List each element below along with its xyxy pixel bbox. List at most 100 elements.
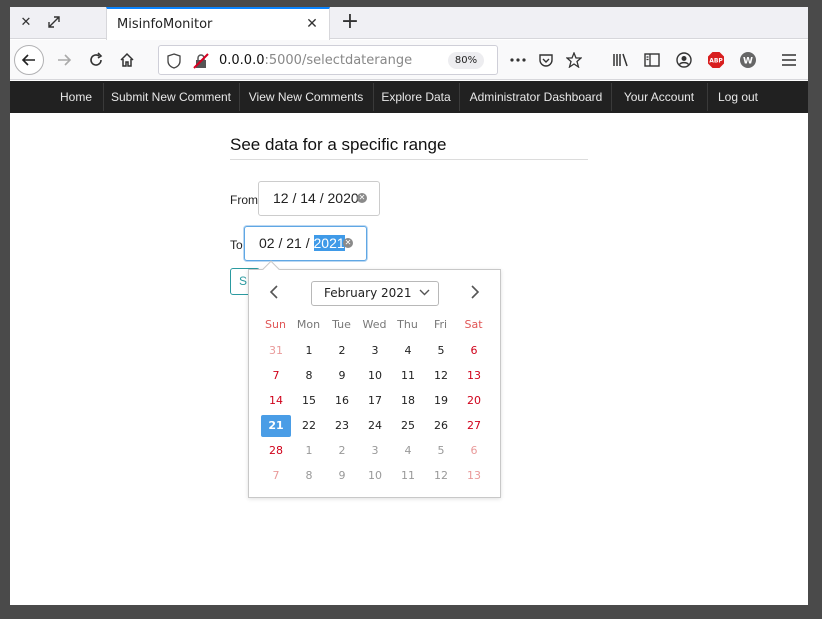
calendar-day[interactable]: 15 [294, 390, 324, 412]
calendar-day[interactable]: 6 [459, 340, 489, 362]
page-actions-icon[interactable] [504, 46, 532, 74]
calendar-day[interactable]: 4 [393, 440, 423, 462]
shield-icon[interactable] [167, 53, 183, 69]
calendar-day[interactable]: 5 [426, 340, 456, 362]
nav-administrator-dashboard[interactable]: Administrator Dashboard [464, 81, 608, 113]
url-bar[interactable]: 0.0.0.0:5000/selectdaterange 80% [158, 45, 498, 75]
calendar-day[interactable]: 10 [360, 465, 390, 487]
calendar-day[interactable]: 20 [459, 390, 489, 412]
new-tab-icon[interactable]: + [338, 11, 362, 35]
calendar-day[interactable]: 3 [360, 340, 390, 362]
calendar-day[interactable]: 13 [459, 465, 489, 487]
calendar-day[interactable]: 19 [426, 390, 456, 412]
calendar-day[interactable]: 3 [360, 440, 390, 462]
sidebar-icon[interactable] [638, 46, 666, 74]
weekday-header: Thu [397, 318, 418, 331]
calendar-day[interactable]: 16 [327, 390, 357, 412]
back-button[interactable] [14, 45, 44, 75]
to-label: To [230, 238, 243, 252]
insecure-lock-icon[interactable] [193, 53, 209, 69]
from-label: From [230, 193, 258, 207]
close-window-icon[interactable]: ✕ [18, 15, 34, 31]
library-icon[interactable] [607, 46, 635, 74]
calendar-day[interactable]: 12 [426, 365, 456, 387]
calendar-day[interactable]: 13 [459, 365, 489, 387]
calendar-day[interactable]: 1 [294, 340, 324, 362]
zoom-badge[interactable]: 80% [448, 52, 484, 69]
calendar-day[interactable]: 7 [261, 365, 291, 387]
from-date-input[interactable]: 12 / 14 / 2020 ✕ [258, 181, 380, 216]
month-select[interactable]: February 2021 [311, 281, 439, 306]
nav-submit-new-comment[interactable]: Submit New Comment [108, 81, 234, 113]
calendar-day[interactable]: 27 [459, 415, 489, 437]
clear-from-icon[interactable]: ✕ [357, 193, 367, 203]
calendar-day[interactable]: 14 [261, 390, 291, 412]
calendar-day[interactable]: 25 [393, 415, 423, 437]
calendar-day[interactable]: 26 [426, 415, 456, 437]
calendar-day[interactable]: 10 [360, 365, 390, 387]
calendar-day[interactable]: 11 [393, 465, 423, 487]
calendar-day[interactable]: 21 [261, 415, 291, 437]
nav-toolbar: 0.0.0.0:5000/selectdaterange 80% ABP W [10, 40, 808, 80]
nav-home[interactable]: Home [50, 81, 102, 113]
from-month[interactable]: 12 [273, 190, 289, 206]
from-year[interactable]: 2020 [328, 190, 359, 206]
tab-active[interactable]: MisinfoMonitor ✕ [106, 7, 330, 40]
nav-divider [239, 83, 240, 111]
next-month-icon[interactable] [465, 284, 485, 304]
calendar-day[interactable]: 12 [426, 465, 456, 487]
calendar-day[interactable]: 9 [327, 365, 357, 387]
tab-title: MisinfoMonitor [117, 17, 213, 32]
clear-to-icon[interactable]: ✕ [343, 238, 353, 248]
to-year[interactable]: 2021 [313, 235, 345, 251]
page-content: See data for a specific range From 12 / … [10, 113, 808, 605]
menu-icon[interactable] [775, 46, 803, 74]
url-path: :5000/selectdaterange [264, 53, 413, 68]
calendar-day[interactable]: 7 [261, 465, 291, 487]
adblock-icon[interactable]: ABP [702, 46, 730, 74]
calendar-day[interactable]: 31 [261, 340, 291, 362]
calendar-day[interactable]: 4 [393, 340, 423, 362]
nav-explore-data[interactable]: Explore Data [378, 81, 454, 113]
calendar-day[interactable]: 2 [327, 340, 357, 362]
calendar-day[interactable]: 5 [426, 440, 456, 462]
nav-divider [103, 83, 104, 111]
nav-view-new-comments[interactable]: View New Comments [244, 81, 368, 113]
forward-button[interactable] [50, 46, 78, 74]
calendar-day[interactable]: 6 [459, 440, 489, 462]
weekday-header: Fri [433, 318, 448, 331]
bookmark-star-icon[interactable] [560, 46, 588, 74]
extension-w-icon[interactable]: W [734, 46, 762, 74]
to-month[interactable]: 02 [259, 235, 275, 251]
calendar-day[interactable]: 8 [294, 465, 324, 487]
calendar-day[interactable]: 8 [294, 365, 324, 387]
calendar-day[interactable]: 28 [261, 440, 291, 462]
calendar-day[interactable]: 23 [327, 415, 357, 437]
nav-log-out[interactable]: Log out [712, 81, 764, 113]
calendar-day[interactable]: 24 [360, 415, 390, 437]
nav-divider [373, 83, 374, 111]
calendar-day[interactable]: 9 [327, 465, 357, 487]
to-date-input[interactable]: 02 / 21 / 2021 ✕ [244, 226, 367, 261]
calendar-day[interactable]: 18 [393, 390, 423, 412]
site-nav: Home Submit New Comment View New Comment… [10, 81, 808, 113]
calendar-day[interactable]: 2 [327, 440, 357, 462]
pocket-icon[interactable] [532, 46, 560, 74]
title-divider [230, 159, 588, 160]
fullscreen-icon[interactable] [46, 15, 62, 31]
calendar-day[interactable]: 17 [360, 390, 390, 412]
calendar-day[interactable]: 11 [393, 365, 423, 387]
prev-month-icon[interactable] [264, 284, 284, 304]
home-icon[interactable] [113, 46, 141, 74]
nav-divider [707, 83, 708, 111]
reload-icon[interactable] [82, 46, 110, 74]
calendar-day[interactable]: 1 [294, 440, 324, 462]
nav-divider [459, 83, 460, 111]
from-day[interactable]: 14 [300, 190, 316, 206]
calendar-day[interactable]: 22 [294, 415, 324, 437]
to-date-value: 02 / 21 / 2021 [259, 235, 345, 251]
to-day[interactable]: 21 [286, 235, 302, 251]
tab-close-icon[interactable]: ✕ [303, 15, 321, 33]
nav-your-account[interactable]: Your Account [616, 81, 702, 113]
account-icon[interactable] [670, 46, 698, 74]
